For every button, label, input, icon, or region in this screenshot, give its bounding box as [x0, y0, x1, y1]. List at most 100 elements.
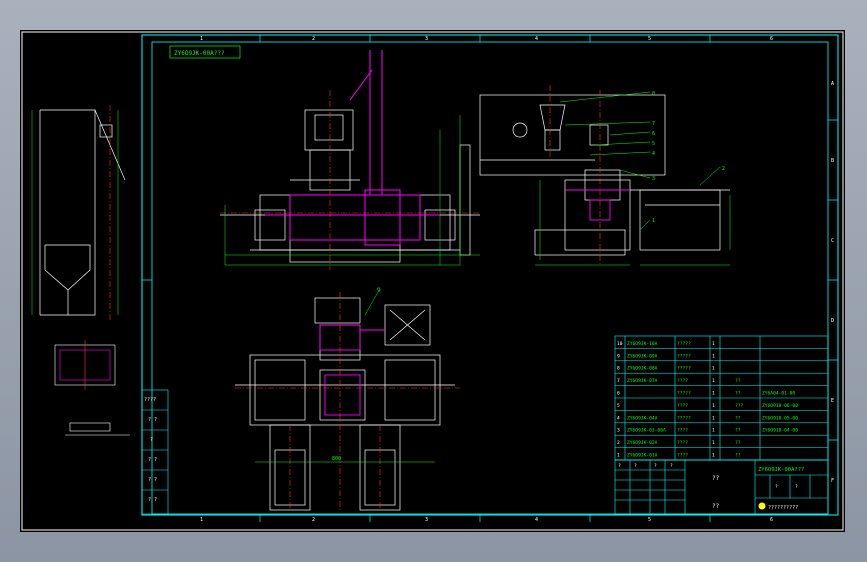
grid-label-side: B — [831, 158, 834, 164]
callout-label: 3 — [652, 176, 655, 182]
left-label: ???? — [144, 397, 156, 403]
bom-cell-note: ?? — [735, 440, 741, 446]
bom-cell-qty: 1 — [712, 440, 715, 446]
grid-ticks — [142, 35, 838, 522]
bom-cell-name: ????? — [677, 391, 691, 397]
drawing-frame — [141, 34, 839, 516]
bom-cell-no: 1 — [617, 453, 620, 459]
bom-cell-code: ZY6O9JK-08A — [627, 366, 658, 372]
bom-cell-no: 2 — [617, 440, 620, 446]
plan-view: 800 9 — [235, 287, 460, 511]
bom-cell-no: 8 — [617, 366, 620, 372]
left-label: ? ? — [148, 497, 157, 503]
grid-label-bottom: 3 — [425, 517, 428, 523]
title-header-cell: ? — [775, 484, 778, 490]
left-detail-blocks — [54, 340, 130, 436]
left-label-column — [141, 389, 169, 515]
bom-cell-no: 3 — [617, 428, 620, 434]
bom-cell-name: ????? — [677, 366, 691, 372]
bom-cell-no: 7 — [617, 378, 620, 384]
title-drawing-no: ZY6O9JK-00A??? — [758, 467, 804, 473]
bom-cell-std: ZY6A04-01-00 — [762, 391, 795, 397]
bom-cell-name: ???? — [677, 453, 688, 459]
grid-label-bottom: 4 — [535, 517, 538, 523]
title-stamp: ZY6O9JK-00A??? — [174, 50, 225, 57]
bom-cell-qty: 1 — [712, 453, 715, 459]
bom-cell-qty: 1 — [712, 366, 715, 372]
bom-cell-qty: 1 — [712, 341, 715, 347]
bom-cell-no: 9 — [617, 353, 620, 359]
callout-label: 2 — [722, 166, 725, 172]
callout-label: 7 — [652, 121, 655, 127]
bom-cell-code: ZY6O9JK-07A — [627, 378, 658, 384]
title-company: ?? — [712, 503, 720, 510]
callout-label: 5 — [652, 141, 655, 147]
stamp-icon — [758, 502, 766, 510]
grid-label-side: E — [831, 398, 834, 404]
grid-label-top: 1 — [200, 36, 203, 42]
grid-label-top: 6 — [770, 36, 773, 42]
title-header-cell: ? — [634, 463, 637, 469]
bom-cell-std: ZY6O918-06-00 — [762, 403, 798, 409]
callout-label: 6 — [652, 131, 655, 137]
bom-cell-name: ????? — [677, 353, 691, 359]
bom-cell-name: ???? — [677, 428, 688, 434]
left-label: ? ? — [148, 477, 157, 483]
side-view: 8 7 6 5 4 3 2 1 — [479, 85, 731, 266]
bom-cell-note: ?? — [735, 453, 741, 459]
bom-cell-note: ?? — [735, 428, 741, 434]
inner-frame — [151, 41, 829, 515]
front-view — [220, 50, 480, 270]
bom-cell-code: ZY6O9JK-04A — [627, 415, 658, 421]
dim-value: 800 — [332, 456, 341, 462]
grid-label-bottom: 5 — [648, 517, 651, 523]
title-name: ?? — [712, 475, 720, 482]
title-footer: ?????????? — [768, 505, 798, 511]
grid-label-side: C — [831, 238, 834, 244]
bom-cell-no: 10 — [617, 341, 623, 347]
bom-cell-qty: 1 — [712, 391, 715, 397]
bom-cell-name: ????? — [677, 415, 691, 421]
title-header-cell: ? — [670, 463, 673, 469]
callout-label: 1 — [652, 218, 655, 224]
bom-cell-name: ???? — [677, 403, 688, 409]
title-header-cell: ? — [618, 463, 621, 469]
bom-cell-no: 6 — [617, 391, 620, 397]
bom-cell-name: ???? — [677, 378, 688, 384]
title-header-cell: ? — [795, 484, 798, 490]
bom-cell-code: ZY6O9JK-02A — [627, 440, 658, 446]
bom-cell-code: ZY6O9JK-10A — [627, 341, 658, 347]
cad-drawing-canvas[interactable]: 1 2 3 4 5 6 1 2 3 4 5 6 A B C D E F ZY6O… — [20, 30, 845, 532]
bom-cell-qty: 1 — [712, 378, 715, 384]
bom-cell-note: ?? — [735, 391, 741, 397]
bom-cell-note: ??? — [735, 403, 744, 409]
left-side-dims — [31, 110, 119, 315]
title-header-cell: ? — [654, 463, 657, 469]
bom-cell-note: ?? — [735, 415, 741, 421]
grid-label-side: A — [831, 81, 834, 87]
bom-cell-qty: 1 — [712, 415, 715, 421]
bom-cell-name: ????? — [677, 341, 691, 347]
bom-cell-no: 5 — [617, 403, 620, 409]
grid-label-top: 4 — [535, 36, 538, 42]
bom-rows: 10 ZY6O9JK-10A????? 1 9 ZY6O9JK-09A????? 1 8 ZY… — [615, 341, 828, 461]
balloon-label: 9 — [377, 287, 381, 294]
grid-label-side: D — [831, 318, 834, 324]
callout-label: 8 — [652, 91, 655, 97]
bom-cell-std: ZY6O918-04-00 — [762, 428, 798, 434]
left-label: ? ? — [148, 457, 157, 463]
grid-label-bottom: 1 — [200, 517, 203, 523]
callout-label: 4 — [652, 151, 655, 157]
bom-cell-std: ZY6O918-05-00 — [762, 415, 798, 421]
left-label: ? ? — [148, 417, 157, 423]
left-label: ? — [150, 437, 153, 443]
grid-label-top: 2 — [312, 36, 315, 42]
bom-cell-note: ?? — [735, 378, 741, 384]
bom-cell-qty: 1 — [712, 428, 715, 434]
grid-label-bottom: 2 — [312, 517, 315, 523]
bom-cell-name: ???? — [677, 440, 688, 446]
drawing-svg: 1 2 3 4 5 6 1 2 3 4 5 6 A B C D E F ZY6O… — [21, 31, 844, 531]
grid-label-bottom: 6 — [770, 517, 773, 523]
bom-cell-code: ZY6O9JK-03-00A — [627, 428, 666, 434]
grid-label-side: F — [831, 478, 834, 484]
